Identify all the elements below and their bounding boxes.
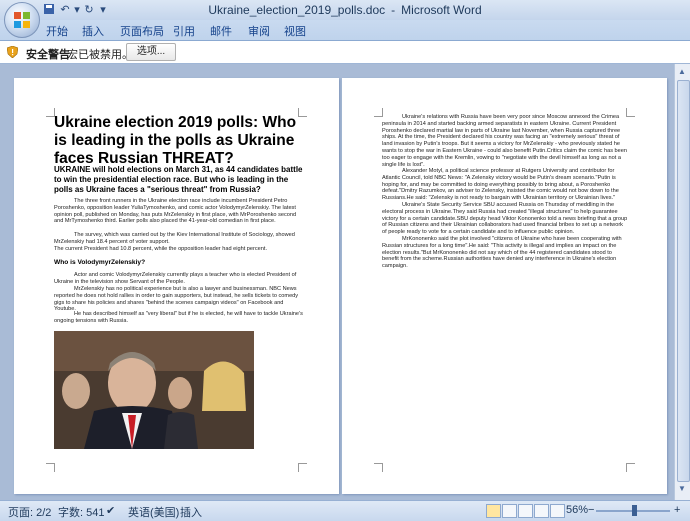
word-count[interactable]: 字数: 541	[58, 504, 104, 520]
paragraph: The current President had 10.8 percent, …	[54, 246, 268, 252]
print-layout-view-icon[interactable]	[486, 504, 501, 518]
margin-mark	[374, 463, 383, 472]
zoom-level[interactable]: 56%	[566, 504, 588, 516]
document-page-2[interactable]: Ukraine's relations with Russia have bee…	[342, 78, 667, 494]
scrollbar-thumb[interactable]	[677, 80, 690, 482]
tab-review[interactable]: 审阅	[248, 23, 270, 39]
outline-view-icon[interactable]	[534, 504, 549, 518]
scroll-up-icon[interactable]: ▲	[678, 67, 686, 76]
spelling-icon[interactable]: ✔	[106, 504, 115, 517]
draft-view-icon[interactable]	[550, 504, 565, 518]
article-heading: Ukraine election 2019 polls: Who is lead…	[54, 114, 297, 167]
paragraph: The three front runners in the Ukraine e…	[54, 198, 297, 225]
paragraph: MrZelenskiy has no political experience …	[54, 286, 299, 313]
paragraph: He has described himself as "very libera…	[54, 311, 303, 324]
zoom-in-icon[interactable]: +	[674, 504, 680, 516]
customize-toolbar-icon[interactable]: ▾	[96, 3, 110, 17]
margin-mark	[46, 463, 55, 472]
paragraph: MrKononenko said the plot involved "citi…	[382, 236, 622, 270]
security-warning-message: 宏已被禁用。	[67, 49, 133, 61]
tab-page-layout[interactable]: 页面布局	[120, 23, 164, 39]
article-photo	[54, 331, 254, 449]
section-heading: Who is VolodymyrZelenskiy?	[54, 259, 146, 266]
margin-mark	[298, 463, 307, 472]
tab-references[interactable]: 引用	[173, 23, 195, 39]
security-warning-label: 安全警告	[26, 49, 70, 61]
language-indicator[interactable]: 英语(美国)	[128, 504, 179, 520]
ribbon-tabs: 开始 插入 页面布局 引用 邮件 审阅 视图	[0, 20, 690, 41]
shield-warning-icon	[7, 46, 18, 58]
margin-mark	[626, 463, 635, 472]
office-button[interactable]	[4, 2, 40, 38]
title-separator: -	[391, 3, 396, 17]
insert-mode[interactable]: 插入	[180, 504, 202, 520]
app-name: Microsoft Word	[401, 3, 482, 17]
paragraph: Actor and comic VolodymyrZelenskiy curre…	[54, 272, 297, 285]
full-screen-reading-icon[interactable]	[502, 504, 517, 518]
zoom-slider-knob[interactable]	[632, 505, 637, 516]
tab-mailings[interactable]: 邮件	[210, 23, 232, 39]
redo-icon[interactable]: ↻	[82, 3, 96, 17]
tab-home[interactable]: 开始	[46, 23, 68, 39]
article-subheading: UKRAINE will hold elections on March 31,…	[54, 165, 303, 194]
paragraph: Ukraine's relations with Russia have bee…	[382, 114, 627, 168]
web-layout-icon[interactable]	[518, 504, 533, 518]
tab-insert[interactable]: 插入	[82, 23, 104, 39]
paragraph: Ukraine's State Security Service SBU acc…	[382, 202, 628, 236]
paragraph: The survey, which was carried out by the…	[54, 232, 295, 245]
page-indicator[interactable]: 页面: 2/2	[8, 504, 51, 520]
title-bar: Ukraine_election_2019_polls.doc - Microsof…	[0, 0, 690, 20]
options-button[interactable]: 选项...	[126, 43, 176, 61]
office-button-icon	[14, 12, 30, 28]
tab-view[interactable]: 视图	[284, 23, 306, 39]
security-warning-bar: 安全警告 宏已被禁用。 选项...	[0, 41, 690, 64]
save-icon[interactable]	[42, 3, 56, 17]
status-bar: 页面: 2/2 字数: 541 ✔ 英语(美国) 插入 56% − +	[0, 500, 690, 521]
zoom-out-icon[interactable]: −	[588, 504, 594, 516]
paragraph: Alexander Motyl, a political science pro…	[382, 168, 619, 202]
vertical-scrollbar[interactable]: ▲ ▼	[674, 64, 690, 500]
scroll-down-icon[interactable]: ▼	[678, 484, 686, 493]
document-name: Ukraine_election_2019_polls.doc	[208, 3, 386, 17]
document-page-1[interactable]: Ukraine election 2019 polls: Who is lead…	[14, 78, 339, 494]
